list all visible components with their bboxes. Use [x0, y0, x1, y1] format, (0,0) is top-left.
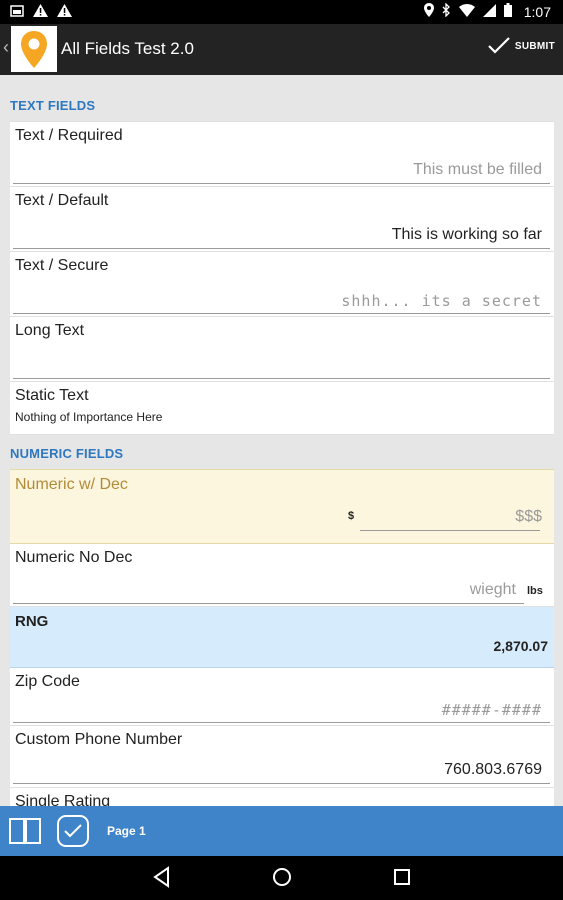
system-nav-bar	[0, 856, 563, 900]
phone-number-input[interactable]: 760.803.6769	[444, 761, 542, 779]
back-chevron-icon[interactable]: ‹	[3, 37, 9, 58]
field-label: Numeric w/ Dec	[15, 476, 128, 493]
field-label: Custom Phone Number	[15, 731, 183, 748]
field-text-secure[interactable]: Text / Secure shhh... its a secret	[10, 252, 554, 317]
signal-icon	[482, 3, 496, 20]
field-rng: RNG 2,870.07	[10, 607, 554, 668]
app-logo[interactable]	[11, 26, 57, 72]
section-title: NUMERIC FIELDS	[10, 446, 124, 461]
check-icon	[64, 824, 82, 838]
currency-prefix: $	[348, 510, 355, 522]
page-indicator[interactable]: Page 1	[107, 824, 146, 838]
field-label: Numeric No Dec	[15, 549, 133, 566]
home-nav-icon[interactable]	[271, 866, 293, 893]
input-underline	[13, 603, 524, 604]
field-text-default[interactable]: Text / Default This is working so far	[10, 187, 554, 252]
field-numeric-nodec[interactable]: Numeric No Dec wieght lbs	[10, 544, 554, 607]
section-header-text-fields: TEXT FIELDS	[10, 75, 554, 121]
recents-nav-icon[interactable]	[391, 866, 413, 893]
field-label: Static Text	[15, 387, 89, 404]
numeric-nodec-input[interactable]: wieght	[470, 581, 516, 599]
section-title: TEXT FIELDS	[10, 98, 96, 113]
field-label: Long Text	[15, 322, 85, 339]
field-label: Single Rating	[15, 793, 111, 806]
input-underline	[13, 248, 550, 249]
warning-icon	[57, 4, 72, 22]
map-pin-icon	[21, 31, 47, 68]
warning-icon	[33, 4, 48, 22]
numeric-dec-input[interactable]: $$$	[515, 508, 542, 526]
battery-icon	[503, 3, 512, 20]
unit-suffix: lbs	[527, 585, 543, 597]
field-phone-number[interactable]: Custom Phone Number 760.803.6769	[10, 726, 554, 788]
status-bar: 1:07	[0, 0, 563, 24]
image-notification-icon	[10, 4, 24, 22]
input-underline	[13, 783, 550, 784]
back-nav-icon[interactable]	[152, 866, 172, 893]
input-underline	[13, 722, 550, 723]
page-title: All Fields Test 2.0	[61, 39, 194, 58]
section-header-numeric-fields: NUMERIC FIELDS	[10, 435, 554, 469]
book-icon[interactable]	[8, 816, 42, 851]
check-icon	[488, 37, 510, 54]
field-zip-code[interactable]: Zip Code #####-####	[10, 668, 554, 726]
validate-button[interactable]	[57, 815, 89, 847]
wifi-icon	[458, 3, 475, 20]
input-underline	[13, 183, 550, 184]
bottom-toolbar: Page 1	[0, 806, 563, 856]
field-static-text: Static Text Nothing of Importance Here	[10, 382, 554, 435]
input-underline	[360, 530, 540, 531]
submit-button[interactable]: SUBMIT	[487, 36, 555, 56]
field-long-text[interactable]: Long Text	[10, 317, 554, 382]
status-time: 1:07	[523, 3, 551, 20]
rng-value: 2,870.07	[493, 638, 549, 654]
text-default-input[interactable]: This is working so far	[392, 226, 542, 244]
field-label: Text / Default	[15, 192, 109, 209]
location-icon	[423, 3, 434, 20]
bluetooth-icon	[442, 2, 451, 20]
field-label: RNG	[15, 613, 49, 630]
field-text-required[interactable]: Text / Required This must be filled	[10, 121, 554, 187]
field-single-rating[interactable]: Single Rating	[10, 788, 554, 806]
submit-label: SUBMIT	[514, 40, 555, 52]
form-content[interactable]: TEXT FIELDS Text / Required This must be…	[10, 75, 554, 806]
field-label: Zip Code	[15, 673, 80, 690]
field-numeric-dec[interactable]: Numeric w/ Dec $ $$$	[10, 469, 554, 544]
input-underline	[13, 313, 550, 314]
field-label: Text / Required	[15, 127, 123, 144]
static-text-value: Nothing of Importance Here	[15, 410, 163, 424]
action-bar: ‹ All Fields Test 2.0 SUBMIT	[0, 24, 563, 75]
field-label: Text / Secure	[15, 257, 109, 274]
input-underline	[13, 378, 550, 379]
text-secure-input[interactable]: shhh... its a secret	[341, 292, 542, 310]
text-required-input[interactable]: This must be filled	[413, 161, 542, 179]
zip-code-input[interactable]: #####-####	[442, 701, 542, 719]
